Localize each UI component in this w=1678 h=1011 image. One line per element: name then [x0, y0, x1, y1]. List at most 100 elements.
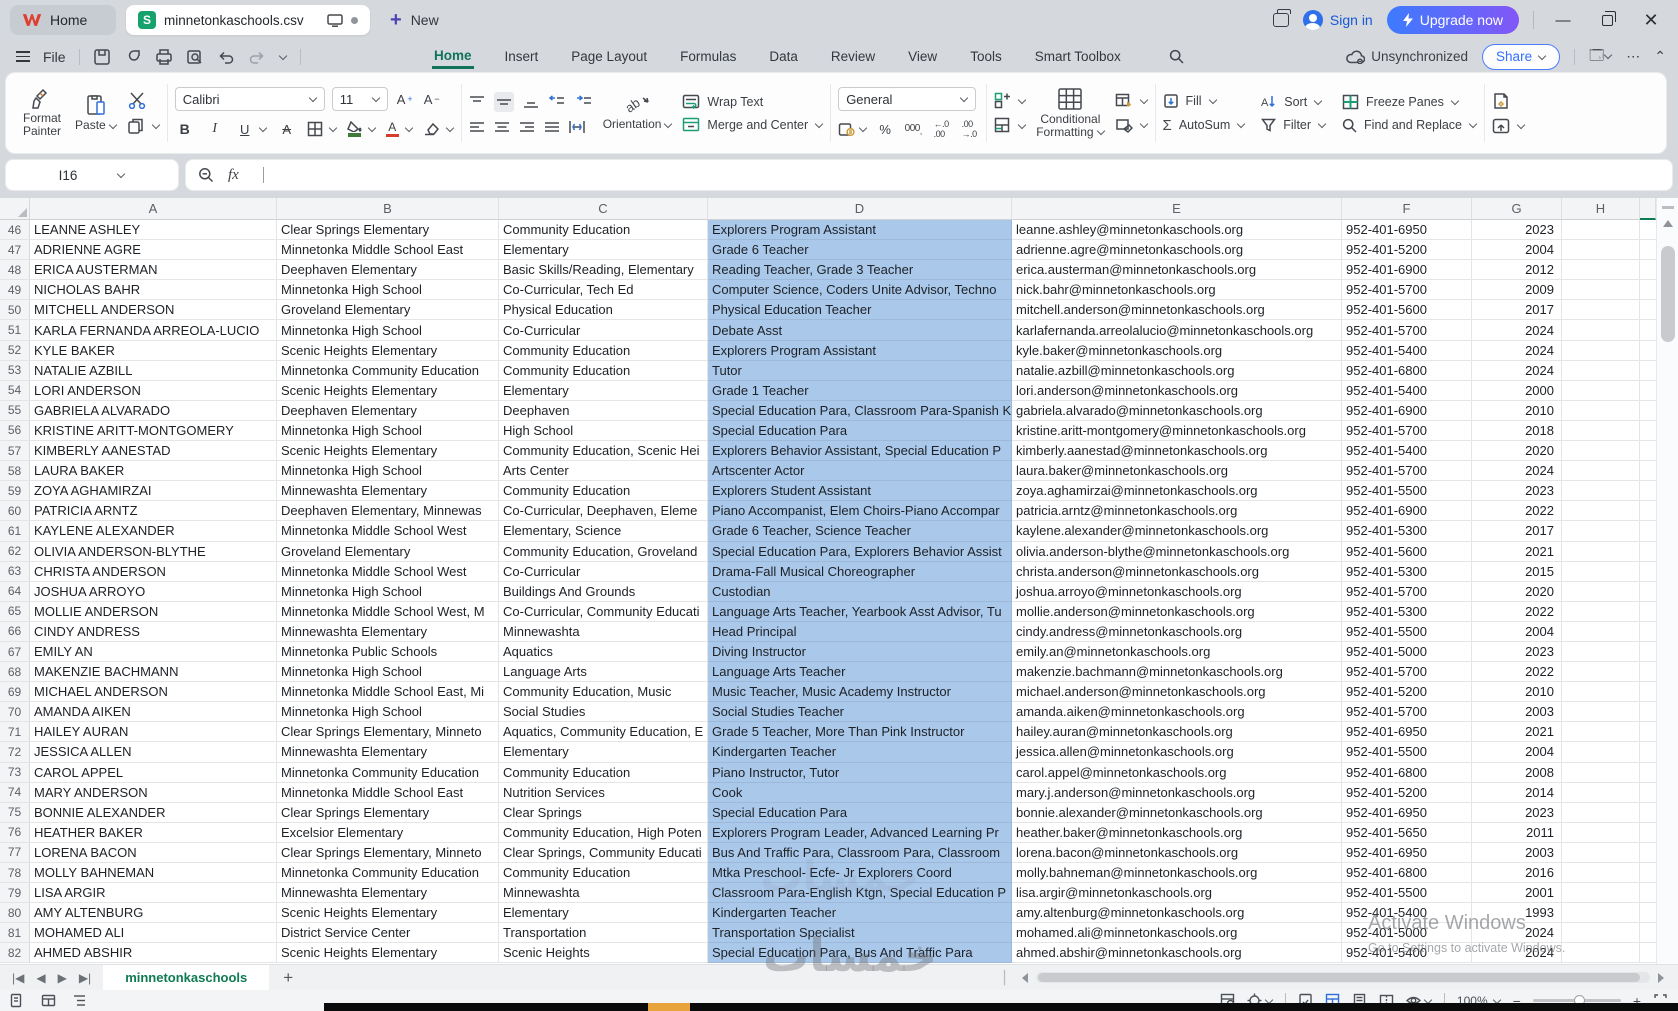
row-header-52[interactable]: 52 [0, 340, 30, 361]
grid-cell-G48[interactable]: 2012 [1472, 260, 1562, 281]
grid-cell-partial[interactable] [1640, 622, 1656, 642]
grid-cell-C77[interactable]: Clear Springs, Community Educati [499, 842, 708, 863]
grid-cell-partial[interactable] [1640, 562, 1656, 582]
grid-cell-partial[interactable] [1640, 722, 1656, 743]
grid-cell-F46[interactable]: 952-401-6950 [1342, 220, 1472, 241]
grid-cell-E81[interactable]: mohamed.ali@minnetonkaschools.org [1012, 923, 1342, 944]
grid-cell-G57[interactable]: 2020 [1472, 441, 1562, 462]
grid-cell-A55[interactable]: GABRIELA ALVARADO [30, 400, 277, 421]
grid-cell-B78[interactable]: Minnetonka Community Education [277, 863, 499, 884]
grid-cell-D66[interactable]: Head Principal [708, 621, 1012, 642]
grid-cell-H74[interactable] [1562, 782, 1640, 803]
grid-cell-C49[interactable]: Co-Curricular, Tech Ed [499, 280, 708, 301]
grid-cell-E77[interactable]: lorena.bacon@minnetonkaschools.org [1012, 842, 1342, 863]
grid-cell-H69[interactable] [1562, 682, 1640, 703]
grid-cell-E68[interactable]: makenzie.bachmann@minnetonkaschools.org [1012, 662, 1342, 683]
grid-cell-G73[interactable]: 2008 [1472, 762, 1562, 783]
grid-cell-partial[interactable] [1640, 923, 1656, 944]
find-replace-button[interactable]: Find and Replace [1342, 118, 1477, 133]
grid-cell-G81[interactable]: 2024 [1472, 923, 1562, 944]
grid-cell-A66[interactable]: CINDY ANDRESS [30, 621, 277, 642]
grid-cell-A79[interactable]: LISA ARGIR [30, 883, 277, 904]
row-header-73[interactable]: 73 [0, 762, 30, 783]
next-sheet-button[interactable]: ▶ [58, 971, 67, 985]
row-header-63[interactable]: 63 [0, 561, 30, 582]
grid-cell-H81[interactable] [1562, 923, 1640, 944]
grid-cell-E55[interactable]: gabriela.alvarado@minnetonkaschools.org [1012, 400, 1342, 421]
grid-cell-F58[interactable]: 952-401-5700 [1342, 461, 1472, 482]
grid-cell-H67[interactable] [1562, 641, 1640, 663]
grid-cell-B53[interactable]: Minnetonka Community Education [277, 360, 499, 381]
grid-cell-E54[interactable]: lori.anderson@minnetonkaschools.org [1012, 380, 1342, 401]
grid-cell-F76[interactable]: 952-401-5650 [1342, 822, 1472, 843]
grid-cell-B49[interactable]: Minnetonka High School [277, 280, 499, 301]
grid-cell-C82[interactable]: Scenic Heights [499, 943, 708, 964]
comma-style-button[interactable]: 000, [903, 119, 923, 139]
grid-cell-F69[interactable]: 952-401-5200 [1342, 682, 1472, 703]
grid-cell-H47[interactable] [1562, 240, 1640, 261]
row-header-72[interactable]: 72 [0, 742, 30, 763]
grid-cell-E66[interactable]: cindy.andress@minnetonkaschools.org [1012, 621, 1342, 642]
grid-cell-E71[interactable]: hailey.auran@minnetonkaschools.org [1012, 722, 1342, 743]
grid-cell-G70[interactable]: 2003 [1472, 702, 1562, 723]
grid-cell-B79[interactable]: Minnewashta Elementary [277, 883, 499, 904]
grid-cell-F80[interactable]: 952-401-5400 [1342, 903, 1472, 924]
insert-cells-icon[interactable] [994, 92, 1011, 109]
grid-cell-G75[interactable]: 2023 [1472, 802, 1562, 823]
grid-cell-F56[interactable]: 952-401-5700 [1342, 420, 1472, 442]
grid-cell-B57[interactable]: Scenic Heights Elementary [277, 441, 499, 462]
grid-cell-A49[interactable]: NICHOLAS BAHR [30, 280, 277, 301]
grid-cell-E47[interactable]: adrienne.agre@minnetonkaschools.org [1012, 240, 1342, 261]
minimize-button[interactable]: — [1548, 6, 1578, 34]
format-as-table-icon[interactable] [1115, 93, 1133, 109]
grid-cell-B62[interactable]: Groveland Elementary [277, 541, 499, 562]
grid-cell-A60[interactable]: PATRICIA ARNTZ [30, 501, 277, 522]
grid-cell-G62[interactable]: 2021 [1472, 541, 1562, 562]
grid-cell-E78[interactable]: molly.bahneman@minnetonkaschools.org [1012, 863, 1342, 884]
delete-cells-icon[interactable] [994, 117, 1011, 134]
grid-cell-B46[interactable]: Clear Springs Elementary [277, 220, 499, 241]
prev-sheet-button[interactable]: ◀ [36, 971, 45, 985]
grid-cell-A78[interactable]: MOLLY BAHNEMAN [30, 863, 277, 884]
grid-cell-E61[interactable]: kaylene.alexander@minnetonkaschools.org [1012, 521, 1342, 542]
grid-cell-F60[interactable]: 952-401-6900 [1342, 501, 1472, 522]
column-header-H[interactable]: H [1562, 198, 1640, 220]
grid-cell-G52[interactable]: 2024 [1472, 340, 1562, 361]
grid-cell-G77[interactable]: 2003 [1472, 842, 1562, 863]
row-header-50[interactable]: 50 [0, 300, 30, 321]
grid-cell-A68[interactable]: MAKENZIE BACHMANN [30, 662, 277, 683]
grid-cell-A61[interactable]: KAYLENE ALEXANDER [30, 521, 277, 542]
grid-cell-E64[interactable]: joshua.arroyo@minnetonkaschools.org [1012, 581, 1342, 602]
grid-cell-D62[interactable]: Special Education Para, Explorers Behavi… [708, 541, 1012, 562]
chevron-down-icon[interactable] [368, 125, 376, 133]
grid-cell-H52[interactable] [1562, 340, 1640, 361]
print-icon[interactable] [155, 48, 173, 66]
grid-cell-partial[interactable] [1640, 903, 1656, 924]
grid-cell-H64[interactable] [1562, 581, 1640, 602]
grid-cell-partial[interactable] [1640, 421, 1656, 442]
grid-cell-partial[interactable] [1640, 602, 1656, 622]
grid-cell-partial[interactable] [1640, 320, 1656, 341]
grid-cell-G61[interactable]: 2017 [1472, 521, 1562, 542]
grid-cell-D59[interactable]: Explorers Student Assistant [708, 481, 1012, 502]
grid-cell-A59[interactable]: ZOYA AGHAMIRZAI [30, 481, 277, 502]
grid-cell-A74[interactable]: MARY ANDERSON [30, 782, 277, 803]
grid-cell-C72[interactable]: Elementary [499, 742, 708, 763]
paste-button[interactable]: Paste [71, 91, 121, 135]
grid-cell-D57[interactable]: Explorers Behavior Assistant, Special Ed… [708, 441, 1012, 462]
grid-cell-D58[interactable]: Artscenter Actor [708, 461, 1012, 482]
increase-font-button[interactable]: A + [395, 89, 415, 109]
grid-cell-partial[interactable] [1640, 582, 1656, 602]
row-header-62[interactable]: 62 [0, 541, 30, 562]
grid-cell-partial[interactable] [1640, 220, 1656, 241]
grid-cell-E59[interactable]: zoya.aghamirzai@minnetonkaschools.org [1012, 481, 1342, 502]
grid-cell-H82[interactable] [1562, 943, 1640, 964]
grid-cell-C54[interactable]: Elementary [499, 380, 708, 401]
borders-icon[interactable] [307, 121, 323, 137]
grid-cell-F70[interactable]: 952-401-5700 [1342, 702, 1472, 723]
grid-cell-G60[interactable]: 2022 [1472, 501, 1562, 522]
tab-review[interactable]: Review [829, 45, 877, 68]
align-top-icon[interactable] [469, 95, 485, 109]
grid-cell-E49[interactable]: nick.bahr@minnetonkaschools.org [1012, 280, 1342, 301]
font-color-button[interactable]: A [385, 121, 399, 138]
